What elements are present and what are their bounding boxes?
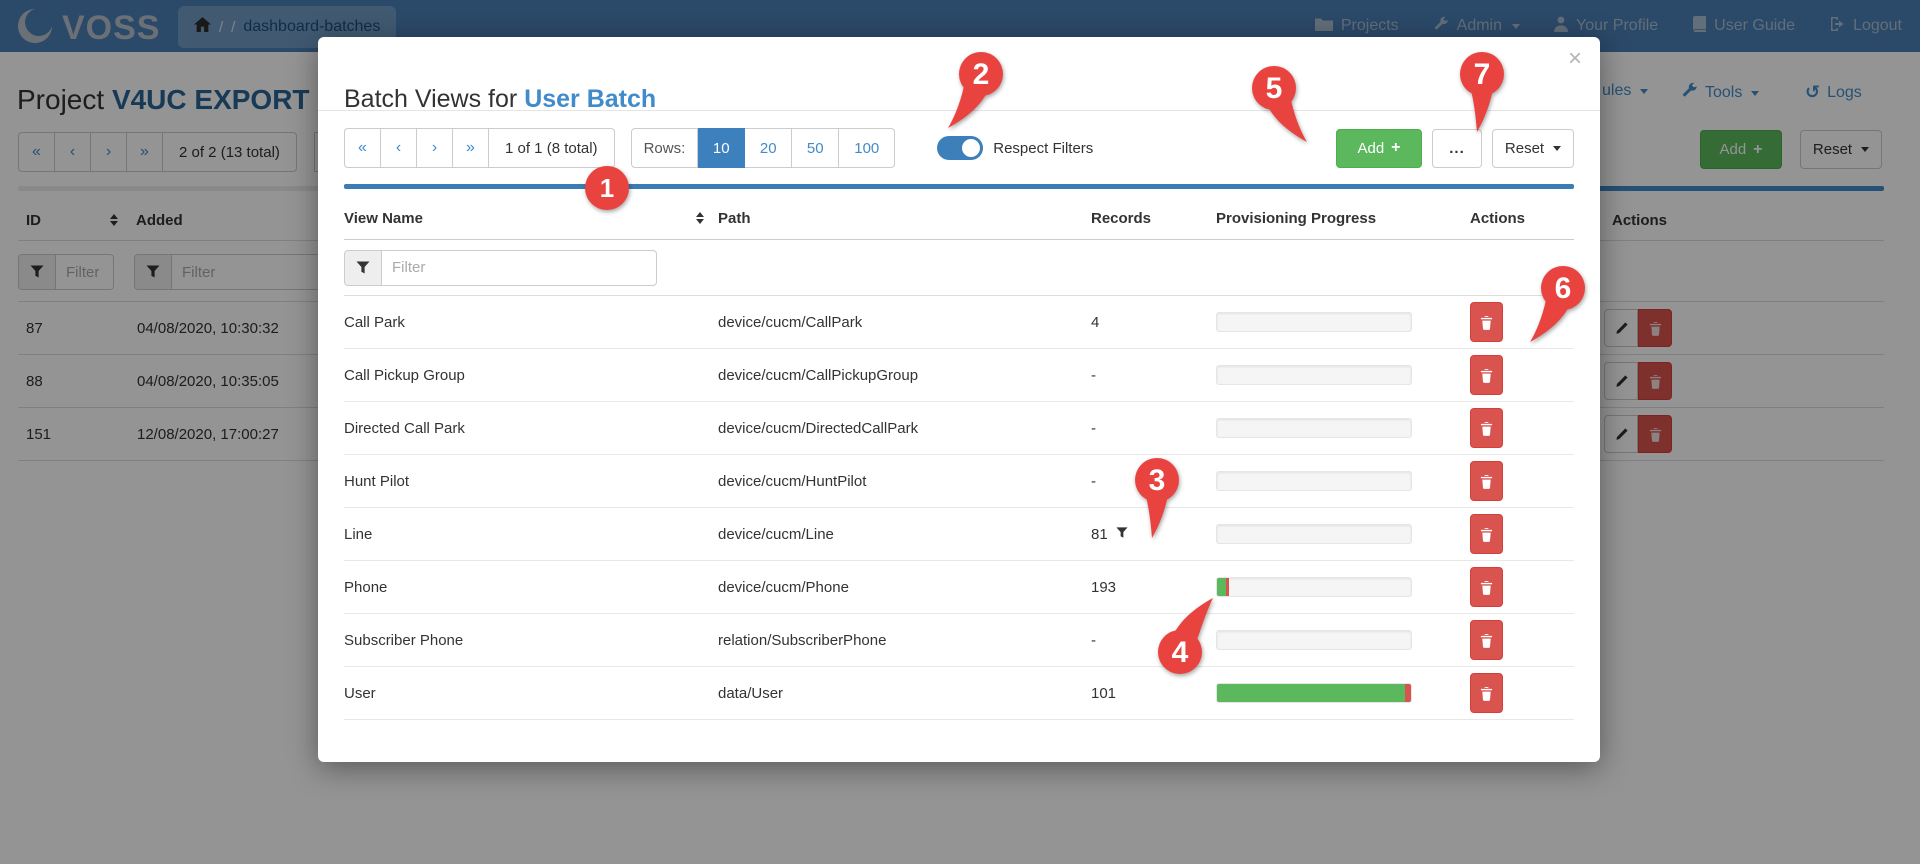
view-name-cell: Phone: [344, 578, 388, 596]
records-cell: 81: [1091, 525, 1108, 543]
next-page-button[interactable]: ›: [416, 128, 452, 168]
path-header[interactable]: Path: [718, 210, 1091, 227]
callout-2: 2: [948, 52, 1003, 128]
actions-header: Actions: [1470, 209, 1526, 227]
add-view-button[interactable]: Add +: [1336, 128, 1422, 168]
chevron-down-icon: [1553, 145, 1562, 151]
table-filter-row: [344, 240, 1574, 296]
records-cell: -: [1091, 419, 1096, 437]
progress-bar: [1216, 312, 1412, 332]
svg-text:5: 5: [1266, 72, 1283, 105]
progress-bar: [1216, 630, 1412, 650]
last-page-button[interactable]: »: [452, 128, 488, 168]
view-name-header[interactable]: View Name: [344, 210, 423, 227]
rows-option-10[interactable]: 10: [698, 128, 746, 168]
delete-view-button[interactable]: [1470, 408, 1503, 448]
delete-view-button[interactable]: [1470, 567, 1503, 607]
callout-4: 4: [1158, 598, 1213, 674]
filter-funnel-icon[interactable]: [344, 249, 382, 286]
path-cell: device/cucm/DirectedCallPark: [718, 419, 919, 437]
view-name-cell: Call Pickup Group: [344, 366, 465, 384]
first-page-button[interactable]: «: [344, 128, 380, 168]
progress-bar: [1216, 524, 1412, 544]
table-row: Call Pickup Group device/cucm/CallPickup…: [344, 349, 1574, 402]
records-cell: -: [1091, 366, 1096, 384]
path-cell: device/cucm/CallPark: [718, 313, 863, 331]
table-row: Call Park device/cucm/CallPark 4: [344, 296, 1574, 349]
table-row: Hunt Pilot device/cucm/HuntPilot -: [344, 455, 1574, 508]
progress-bar: [1216, 683, 1412, 703]
records-cell: 4: [1091, 313, 1100, 331]
delete-view-button[interactable]: [1470, 514, 1503, 554]
records-cell: 101: [1091, 684, 1117, 702]
progress-header: Provisioning Progress: [1216, 209, 1377, 227]
delete-view-button[interactable]: [1470, 461, 1503, 501]
delete-view-button[interactable]: [1470, 302, 1503, 342]
view-name-cell: User: [344, 684, 376, 702]
view-name-cell: Call Park: [344, 313, 405, 331]
table-row: User data/User 101: [344, 667, 1574, 720]
view-name-cell: Directed Call Park: [344, 419, 465, 437]
table-header-row: View Name Path Records Provisioning Prog…: [344, 197, 1574, 240]
callout-7: 7: [1460, 52, 1504, 132]
callout-6: 6: [1530, 266, 1585, 342]
records-cell: -: [1091, 631, 1096, 649]
table-row: Directed Call Park device/cucm/DirectedC…: [344, 402, 1574, 455]
svg-text:7: 7: [1474, 58, 1491, 91]
view-name-cell: Hunt Pilot: [344, 472, 410, 490]
close-icon[interactable]: ×: [1568, 45, 1582, 73]
path-cell: device/cucm/CallPickupGroup: [718, 366, 919, 384]
records-header: Records: [1091, 209, 1152, 227]
svg-text:6: 6: [1555, 272, 1572, 305]
records-cell: -: [1091, 472, 1096, 490]
path-cell: device/cucm/Line: [718, 525, 834, 543]
view-name-filter: [344, 249, 657, 286]
rows-per-page-selector: Rows: 10 20 50 100: [630, 128, 896, 168]
callout-5: 5: [1252, 66, 1307, 142]
path-cell: device/cucm/Phone: [718, 578, 849, 596]
path-cell: device/cucm/HuntPilot: [718, 472, 867, 490]
svg-text:4: 4: [1172, 636, 1189, 669]
svg-text:2: 2: [973, 58, 990, 91]
path-cell: relation/SubscriberPhone: [718, 631, 887, 649]
table-row: Subscriber Phone relation/SubscriberPhon…: [344, 614, 1574, 667]
modal-blue-divider: [344, 184, 1574, 189]
progress-bar: [1216, 577, 1412, 597]
page-count-label: 1 of 1 (8 total): [488, 128, 615, 168]
path-cell: data/User: [718, 684, 784, 702]
table-row: Phone device/cucm/Phone 193: [344, 561, 1574, 614]
batch-views-modal: × Batch Views for User Batch « ‹ › » 1 o…: [318, 37, 1600, 762]
progress-bar: [1216, 365, 1412, 385]
rows-label: Rows:: [630, 128, 699, 168]
prev-page-button[interactable]: ‹: [380, 128, 416, 168]
rows-option-20[interactable]: 20: [745, 128, 793, 168]
view-name-filter-input[interactable]: [382, 249, 657, 286]
svg-text:3: 3: [1149, 464, 1166, 497]
batch-name: User Batch: [524, 85, 657, 113]
view-name-cell: Subscriber Phone: [344, 631, 464, 649]
view-name-cell: Line: [344, 525, 373, 543]
modal-pagination: « ‹ › » 1 of 1 (8 total): [344, 128, 615, 168]
progress-bar: [1216, 418, 1412, 438]
callout-1: 1: [585, 166, 629, 210]
records-cell: 193: [1091, 578, 1117, 596]
rows-option-50[interactable]: 50: [792, 128, 840, 168]
rows-option-100[interactable]: 100: [839, 128, 896, 168]
delete-view-button[interactable]: [1470, 620, 1503, 660]
progress-bar: [1216, 471, 1412, 491]
delete-view-button[interactable]: [1470, 673, 1503, 713]
callout-3: 3: [1135, 458, 1179, 538]
table-row: Line device/cucm/Line 81: [344, 508, 1574, 561]
plus-icon: +: [1391, 139, 1401, 156]
delete-view-button[interactable]: [1470, 355, 1503, 395]
sort-icon[interactable]: [696, 212, 704, 224]
batch-views-table: View Name Path Records Provisioning Prog…: [344, 197, 1574, 720]
